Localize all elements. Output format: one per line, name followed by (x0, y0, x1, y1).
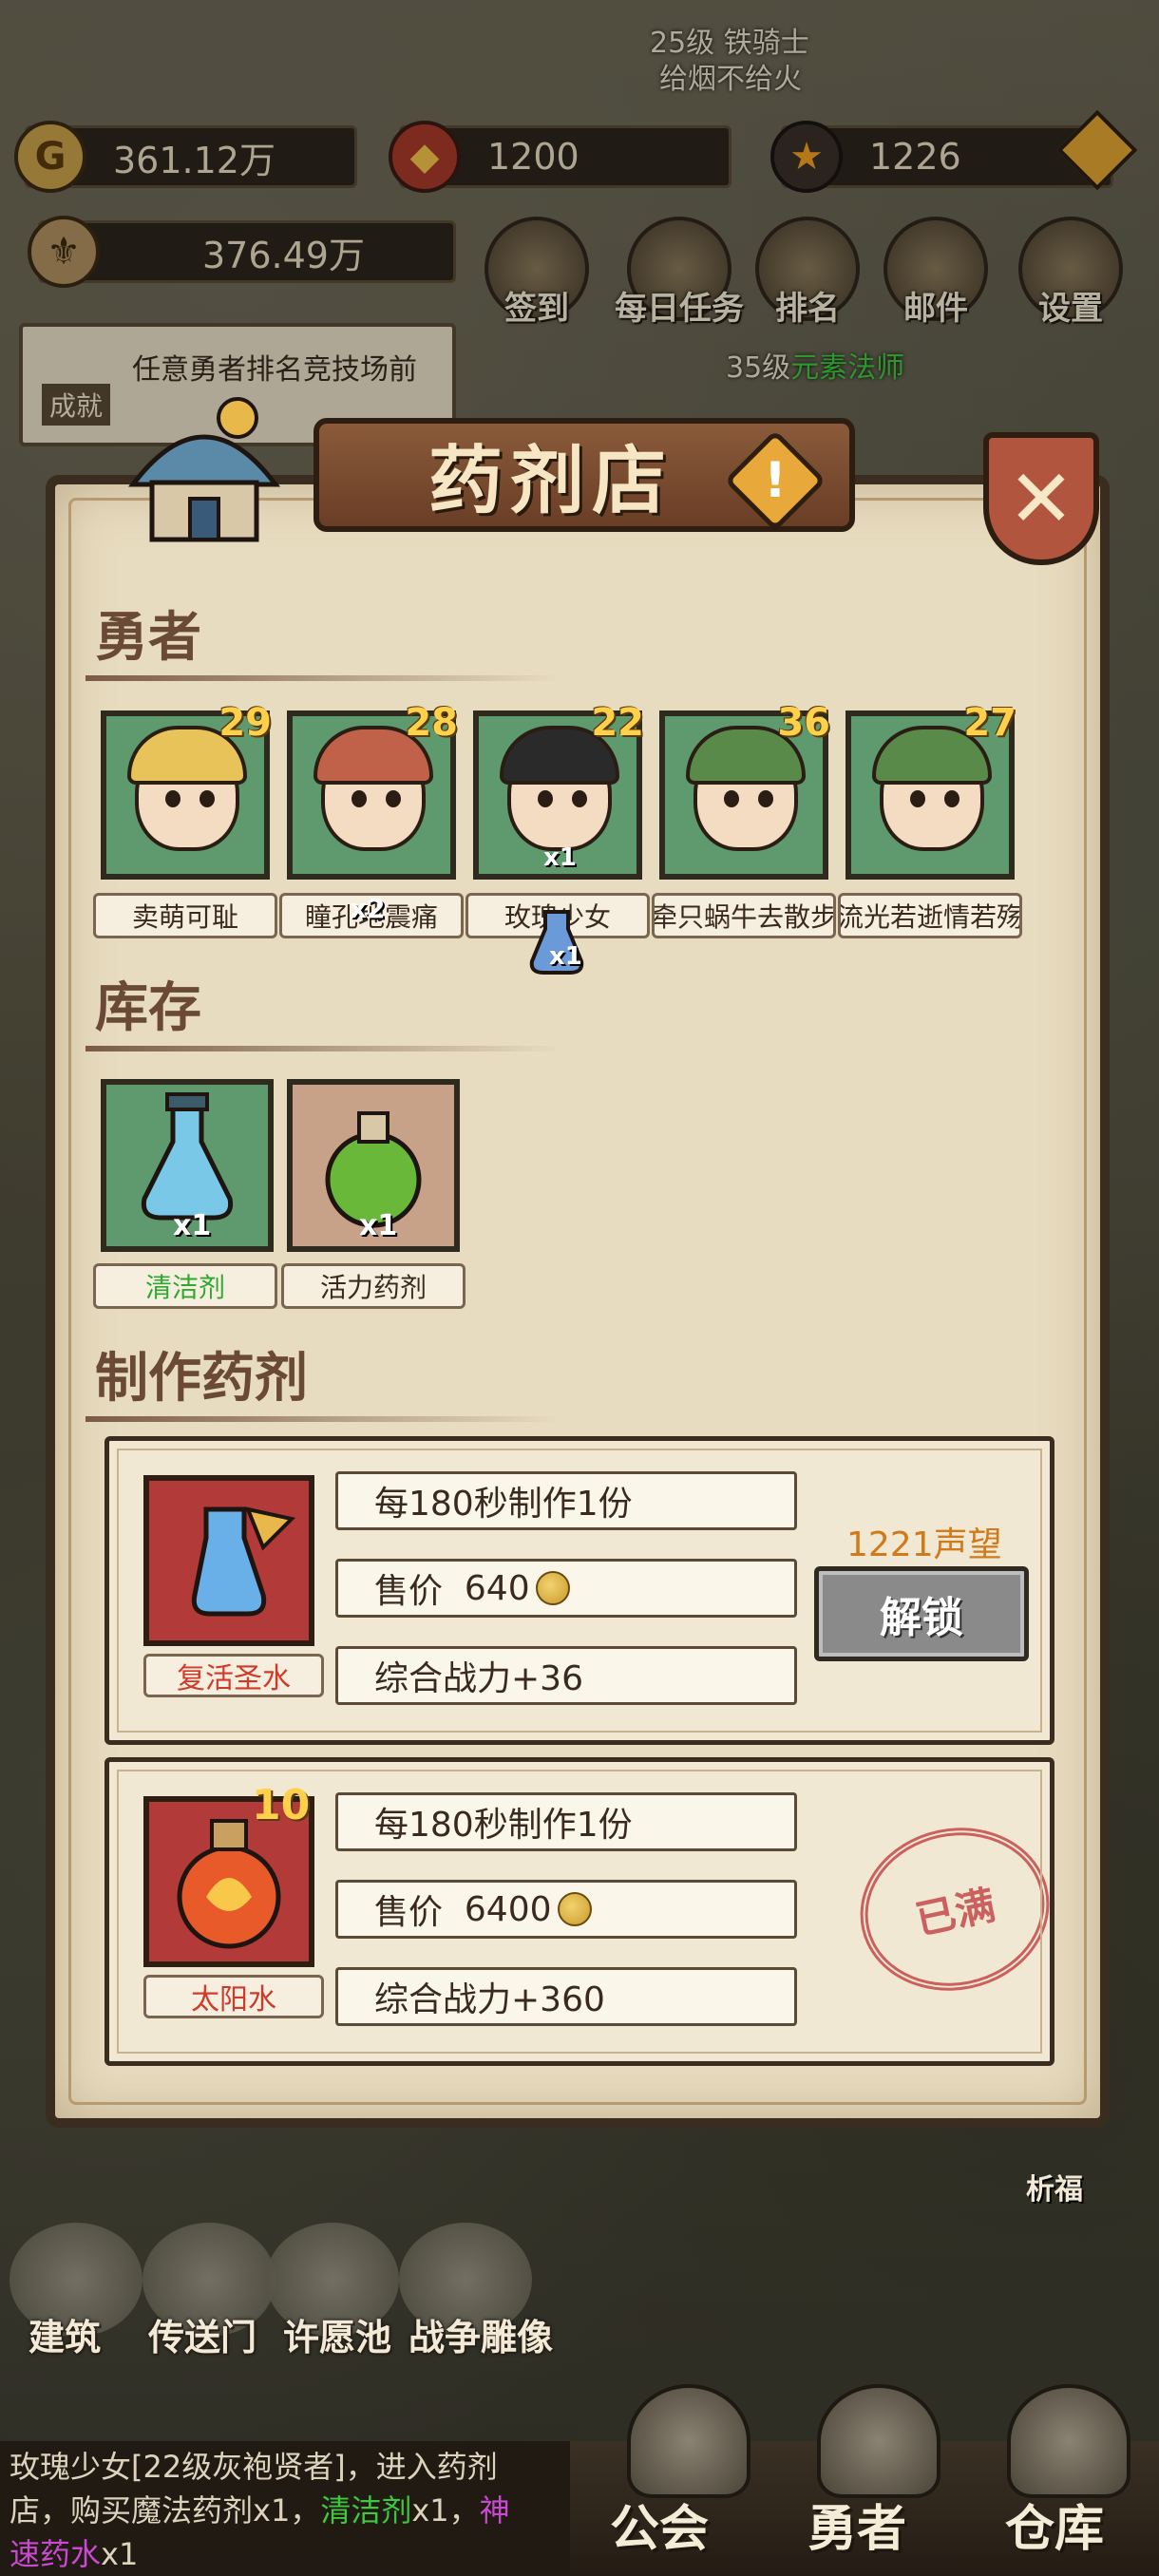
hero-level: 22 (591, 701, 644, 745)
recipe-price: 售价 6400 (335, 1880, 797, 1939)
recipe-rate: 每180秒制作1份 (335, 1792, 797, 1851)
recipe-level-badge: 10 (252, 1781, 311, 1829)
gold-coin-icon (535, 1571, 570, 1605)
hero-buff-x2: x2 (350, 893, 386, 924)
wishing-well-label: 许愿池 (283, 2317, 392, 2358)
close-icon: ✕ (1007, 452, 1075, 545)
shop-title: 药剂店 (428, 438, 674, 524)
recipe-name: 太阳水 (143, 1975, 324, 2018)
hero-level: 29 (218, 701, 272, 745)
shop-title-banner: 药剂店 ! (314, 418, 855, 532)
inventory-slot-vitality[interactable]: x1 (287, 1079, 460, 1252)
inventory-qty: x1 (359, 1209, 398, 1242)
hero-slot[interactable]: 36 (659, 701, 830, 880)
nav-guild[interactable]: 公会 (610, 2489, 709, 2560)
inventory-qty: x1 (173, 1209, 212, 1242)
chat-line: 店，购买魔法药剂x1，清洁剂x1，神 (10, 2492, 510, 2529)
recipe-rate: 每180秒制作1份 (335, 1471, 797, 1530)
recipe-card-revival-water: 复活圣水 每180秒制作1份 售价 640 综合战力+36 1221声望 解锁 (104, 1436, 1054, 1745)
full-stamp: 已满 (845, 1810, 1065, 2008)
potion-shop-building-icon (114, 370, 294, 560)
hero-name-tag: 流光若逝情若殇 (838, 893, 1022, 938)
unlock-button[interactable]: 解锁 (814, 1566, 1029, 1661)
craft-section-title: 制作药剂 (86, 1335, 560, 1422)
hero-level: 36 (777, 701, 830, 745)
recipe-power: 综合战力+36 (335, 1646, 797, 1705)
floating-potion-qty: x1 (549, 942, 582, 971)
heroes-section-title: 勇者 (86, 595, 560, 681)
inventory-label-cleaner: 清洁剂 (93, 1263, 277, 1309)
chat-line: 玫瑰少女[22级灰袍贤者]，进入药剂 (10, 2449, 498, 2485)
nav-heroes[interactable]: 勇者 (808, 2489, 906, 2560)
hero-name-tag: 卖萌可耻 (93, 893, 277, 938)
inventory-label-vitality: 活力药剂 (281, 1263, 466, 1309)
gold-coin-icon (557, 1892, 592, 1926)
revival-water-icon (143, 1475, 314, 1646)
chat-line: 速药水x1 (10, 2536, 139, 2572)
inventory-section-title: 库存 (86, 965, 560, 1051)
portal-label: 传送门 (148, 2317, 257, 2358)
hero-buff-x1: x1 (543, 843, 577, 872)
info-warning-icon[interactable]: ! (724, 429, 826, 532)
prestige-requirement: 1221声望 (846, 1525, 1002, 1564)
inventory-slot-cleaner[interactable]: x1 (101, 1079, 274, 1252)
war-statue-label: 战争雕像 (408, 2317, 554, 2358)
map-label: 析福 (1026, 2173, 1083, 2207)
hero-slot[interactable]: 28 (287, 701, 458, 880)
hero-name-tag: 牵只蜗牛去散步 (652, 893, 836, 938)
hero-level: 28 (405, 701, 458, 745)
recipe-power: 综合战力+360 (335, 1967, 797, 2026)
recipe-name: 复活圣水 (143, 1654, 324, 1697)
close-button[interactable]: ✕ (983, 432, 1099, 565)
nav-warehouse[interactable]: 仓库 (1005, 2489, 1104, 2560)
recipe-price: 售价 640 (335, 1559, 797, 1618)
hero-slot[interactable]: 29 (101, 701, 272, 880)
building-label: 建筑 (28, 2317, 102, 2358)
hero-level: 27 (963, 701, 1016, 745)
recipe-card-sun-water: 10 太阳水 每180秒制作1份 售价 6400 综合战力+360 已满 (104, 1757, 1065, 2066)
chat-log[interactable]: 玫瑰少女[22级灰袍贤者]，进入药剂 店，购买魔法药剂x1，清洁剂x1，神 速药… (0, 2441, 570, 2576)
hero-slot[interactable]: 27 (846, 701, 1016, 880)
